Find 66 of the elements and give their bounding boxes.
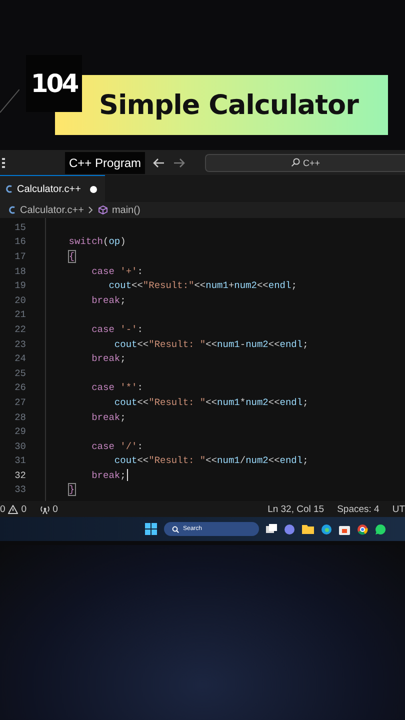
file-tab[interactable]: Calculator.c++: [0, 175, 105, 202]
code-line: cout<<"Result: "<<num1*num2<<endl;: [113, 396, 308, 408]
code-line: break;: [90, 353, 126, 364]
search-icon: [291, 158, 300, 167]
breadcrumb-symbol[interactable]: main(): [112, 204, 140, 216]
cursor-position[interactable]: Ln 32, Col 15: [268, 504, 324, 515]
episode-number: 104: [26, 55, 82, 112]
line-number: 29: [14, 426, 26, 438]
code-line: cout<<"Result: "<<num1-num2<<endl;: [113, 338, 308, 350]
line-number: 17: [14, 250, 26, 262]
windows-start-icon[interactable]: [145, 523, 157, 536]
code-line: }: [68, 484, 75, 496]
chevron-icon: [88, 206, 94, 214]
command-center-field[interactable]: C++: [205, 154, 405, 172]
line-number: 26: [14, 382, 26, 394]
warning-icon: [8, 504, 18, 514]
line-number: 30: [14, 440, 26, 452]
line-number: 24: [14, 353, 26, 364]
indent-setting[interactable]: Spaces: 4: [337, 504, 380, 515]
breadcrumb-file[interactable]: Calculator.c++: [20, 204, 84, 216]
code-line: cout<<"Result: "<<num1/num2<<endl;: [113, 455, 308, 466]
line-number: 27: [14, 396, 26, 408]
line-number: 16: [14, 236, 26, 248]
browser-icon[interactable]: [321, 524, 332, 535]
chrome-icon[interactable]: [357, 524, 368, 535]
code-line: switch(op): [68, 236, 126, 248]
line-number: 23: [14, 338, 26, 350]
task-view-icon[interactable]: [266, 524, 277, 534]
line-number: 32: [14, 470, 26, 481]
cpp-file-icon: [5, 185, 13, 193]
code-line: case '-':: [90, 324, 143, 335]
broadcast-icon: [40, 504, 50, 514]
forward-arrow-icon[interactable]: [173, 158, 186, 168]
cpp-file-icon: [8, 206, 16, 214]
code-line: {: [68, 250, 75, 262]
search-icon: [172, 526, 179, 533]
line-number: 22: [14, 324, 26, 335]
store-icon[interactable]: [339, 524, 350, 535]
code-line: case '*':: [90, 382, 143, 394]
line-number: 21: [14, 309, 26, 320]
folder-icon[interactable]: [302, 524, 314, 534]
line-number: 31: [14, 455, 26, 466]
code-line: cout<<"Result:"<<num1+num2<<endl;: [108, 280, 297, 292]
program-label: C++ Program: [65, 152, 146, 174]
unsaved-dot-icon: [90, 186, 97, 192]
cube-icon: [98, 205, 108, 215]
error-count[interactable]: 0: [0, 504, 6, 515]
line-number: 20: [14, 294, 26, 306]
encoding-label[interactable]: UT: [392, 504, 405, 515]
line-number: 15: [14, 222, 26, 233]
code-line: break;: [90, 412, 126, 423]
menu-icon[interactable]: [2, 158, 5, 168]
line-number: 19: [14, 280, 26, 292]
code-line: break;: [90, 294, 126, 306]
line-number: 33: [14, 484, 26, 496]
code-line: case '/':: [90, 440, 143, 452]
warning-count[interactable]: 0: [21, 504, 27, 515]
line-number: 18: [14, 266, 26, 277]
code-line: break;: [90, 470, 126, 481]
chat-bubble-icon[interactable]: [375, 524, 386, 535]
ports-count[interactable]: 0: [52, 504, 58, 515]
code-line: case '+':: [90, 266, 143, 277]
video-title: Simple Calculator: [99, 90, 358, 120]
line-number: 28: [14, 412, 26, 423]
line-number: 25: [14, 368, 26, 379]
back-arrow-icon[interactable]: [153, 158, 166, 168]
